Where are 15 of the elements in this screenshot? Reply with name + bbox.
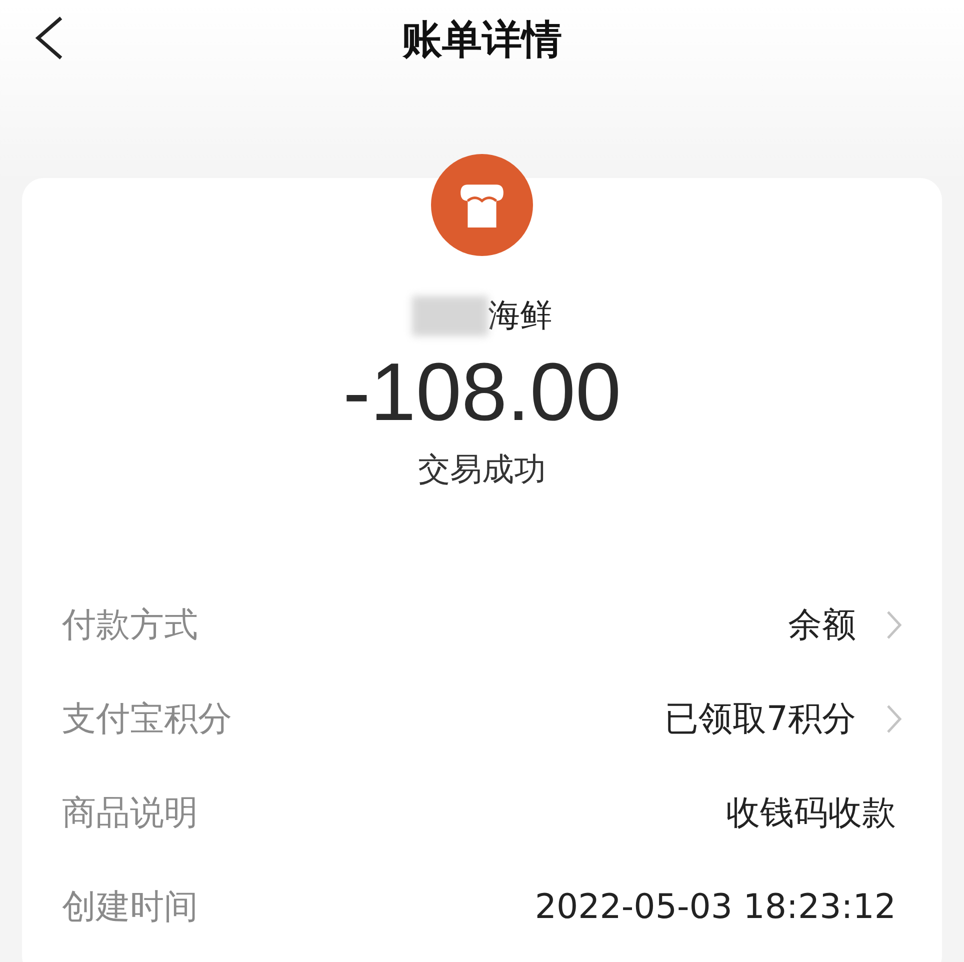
back-icon[interactable] xyxy=(34,16,64,60)
row-value[interactable]: 余额 xyxy=(788,602,856,648)
row-value[interactable]: 已领取7积分 xyxy=(664,696,856,742)
page-title: 账单详情 xyxy=(402,16,562,64)
merchant-name: 海鲜 xyxy=(488,295,552,336)
row-value: 收钱码收款 xyxy=(726,792,896,836)
transaction-status: 交易成功 xyxy=(418,449,546,490)
amount: -108.00 xyxy=(342,348,622,438)
row-value: 2022-05-03 18:23:12 xyxy=(534,887,896,928)
chevron-icon[interactable] xyxy=(886,704,902,734)
row-label: 商品说明 xyxy=(62,792,198,836)
row-label: 支付宝积分 xyxy=(62,698,232,742)
row-label: 付款方式 xyxy=(62,604,198,648)
chevron-icon[interactable] xyxy=(886,610,902,640)
row-label: 创建时间 xyxy=(62,886,198,930)
